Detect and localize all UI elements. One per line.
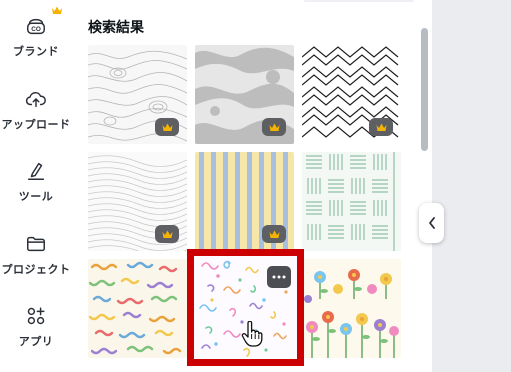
scrollbar-thumb[interactable] — [421, 28, 428, 151]
sidebar-item-tools[interactable]: ツール — [0, 160, 72, 204]
hand-cursor-icon — [241, 321, 263, 347]
crown-icon — [269, 230, 279, 238]
collapse-panel-button[interactable] — [419, 203, 444, 243]
page-title: 検索結果 — [88, 20, 144, 36]
sidebar-item-label: ツール — [18, 190, 54, 203]
squiggles-pattern — [88, 259, 187, 358]
pattern-tile-basketweave[interactable] — [302, 152, 401, 251]
sidebar-item-brand[interactable]: CO ブランド — [0, 15, 72, 59]
premium-badge — [262, 118, 286, 136]
pattern-tile-topographic[interactable] — [88, 45, 187, 144]
crown-icon — [52, 6, 62, 14]
brand-icon: CO — [27, 18, 45, 35]
sidebar-item-projects[interactable]: プロジェクト — [0, 233, 72, 277]
sidebar-item-upload[interactable]: アップロード — [0, 88, 72, 132]
sidebar-item-label: アプリ — [18, 335, 54, 348]
chevron-left-icon — [428, 217, 435, 229]
pattern-tile-stripes[interactable] — [195, 152, 294, 251]
pattern-tile-squiggles[interactable] — [88, 259, 187, 358]
sidebar: CO ブランド アップロード ツール プロジェクト アプリ — [0, 0, 72, 372]
premium-badge — [369, 118, 393, 136]
sidebar-item-label: ブランド — [13, 45, 59, 58]
basketweave-pattern — [302, 152, 401, 251]
pattern-tile-seigaiha[interactable] — [302, 45, 401, 144]
svg-text:CO: CO — [31, 26, 41, 33]
sidebar-item-apps[interactable]: アプリ — [0, 305, 72, 349]
premium-badge — [155, 225, 179, 243]
premium-badge — [262, 225, 286, 243]
crown-icon — [269, 123, 279, 131]
more-options-icon — [272, 275, 286, 279]
crown-icon — [162, 230, 172, 238]
sidebar-item-label: アップロード — [1, 118, 71, 131]
crown-icon — [376, 123, 386, 131]
wildflowers-pattern — [302, 259, 401, 358]
crown-icon — [162, 123, 172, 131]
apps-grid-icon — [27, 307, 45, 325]
sidebar-item-label: プロジェクト — [1, 263, 71, 276]
folder-icon — [27, 236, 45, 252]
pattern-tile-wildflowers[interactable] — [302, 259, 401, 358]
canvas-area — [432, 0, 511, 372]
premium-badge — [155, 118, 179, 136]
pattern-tile-gray-blobs[interactable] — [195, 45, 294, 144]
more-options-button[interactable] — [267, 266, 291, 288]
pen-tool-icon — [27, 162, 45, 180]
pattern-tile-wavy-lines[interactable] — [88, 152, 187, 251]
search-bar-edge — [304, 0, 414, 2]
cloud-upload-icon — [25, 91, 46, 108]
